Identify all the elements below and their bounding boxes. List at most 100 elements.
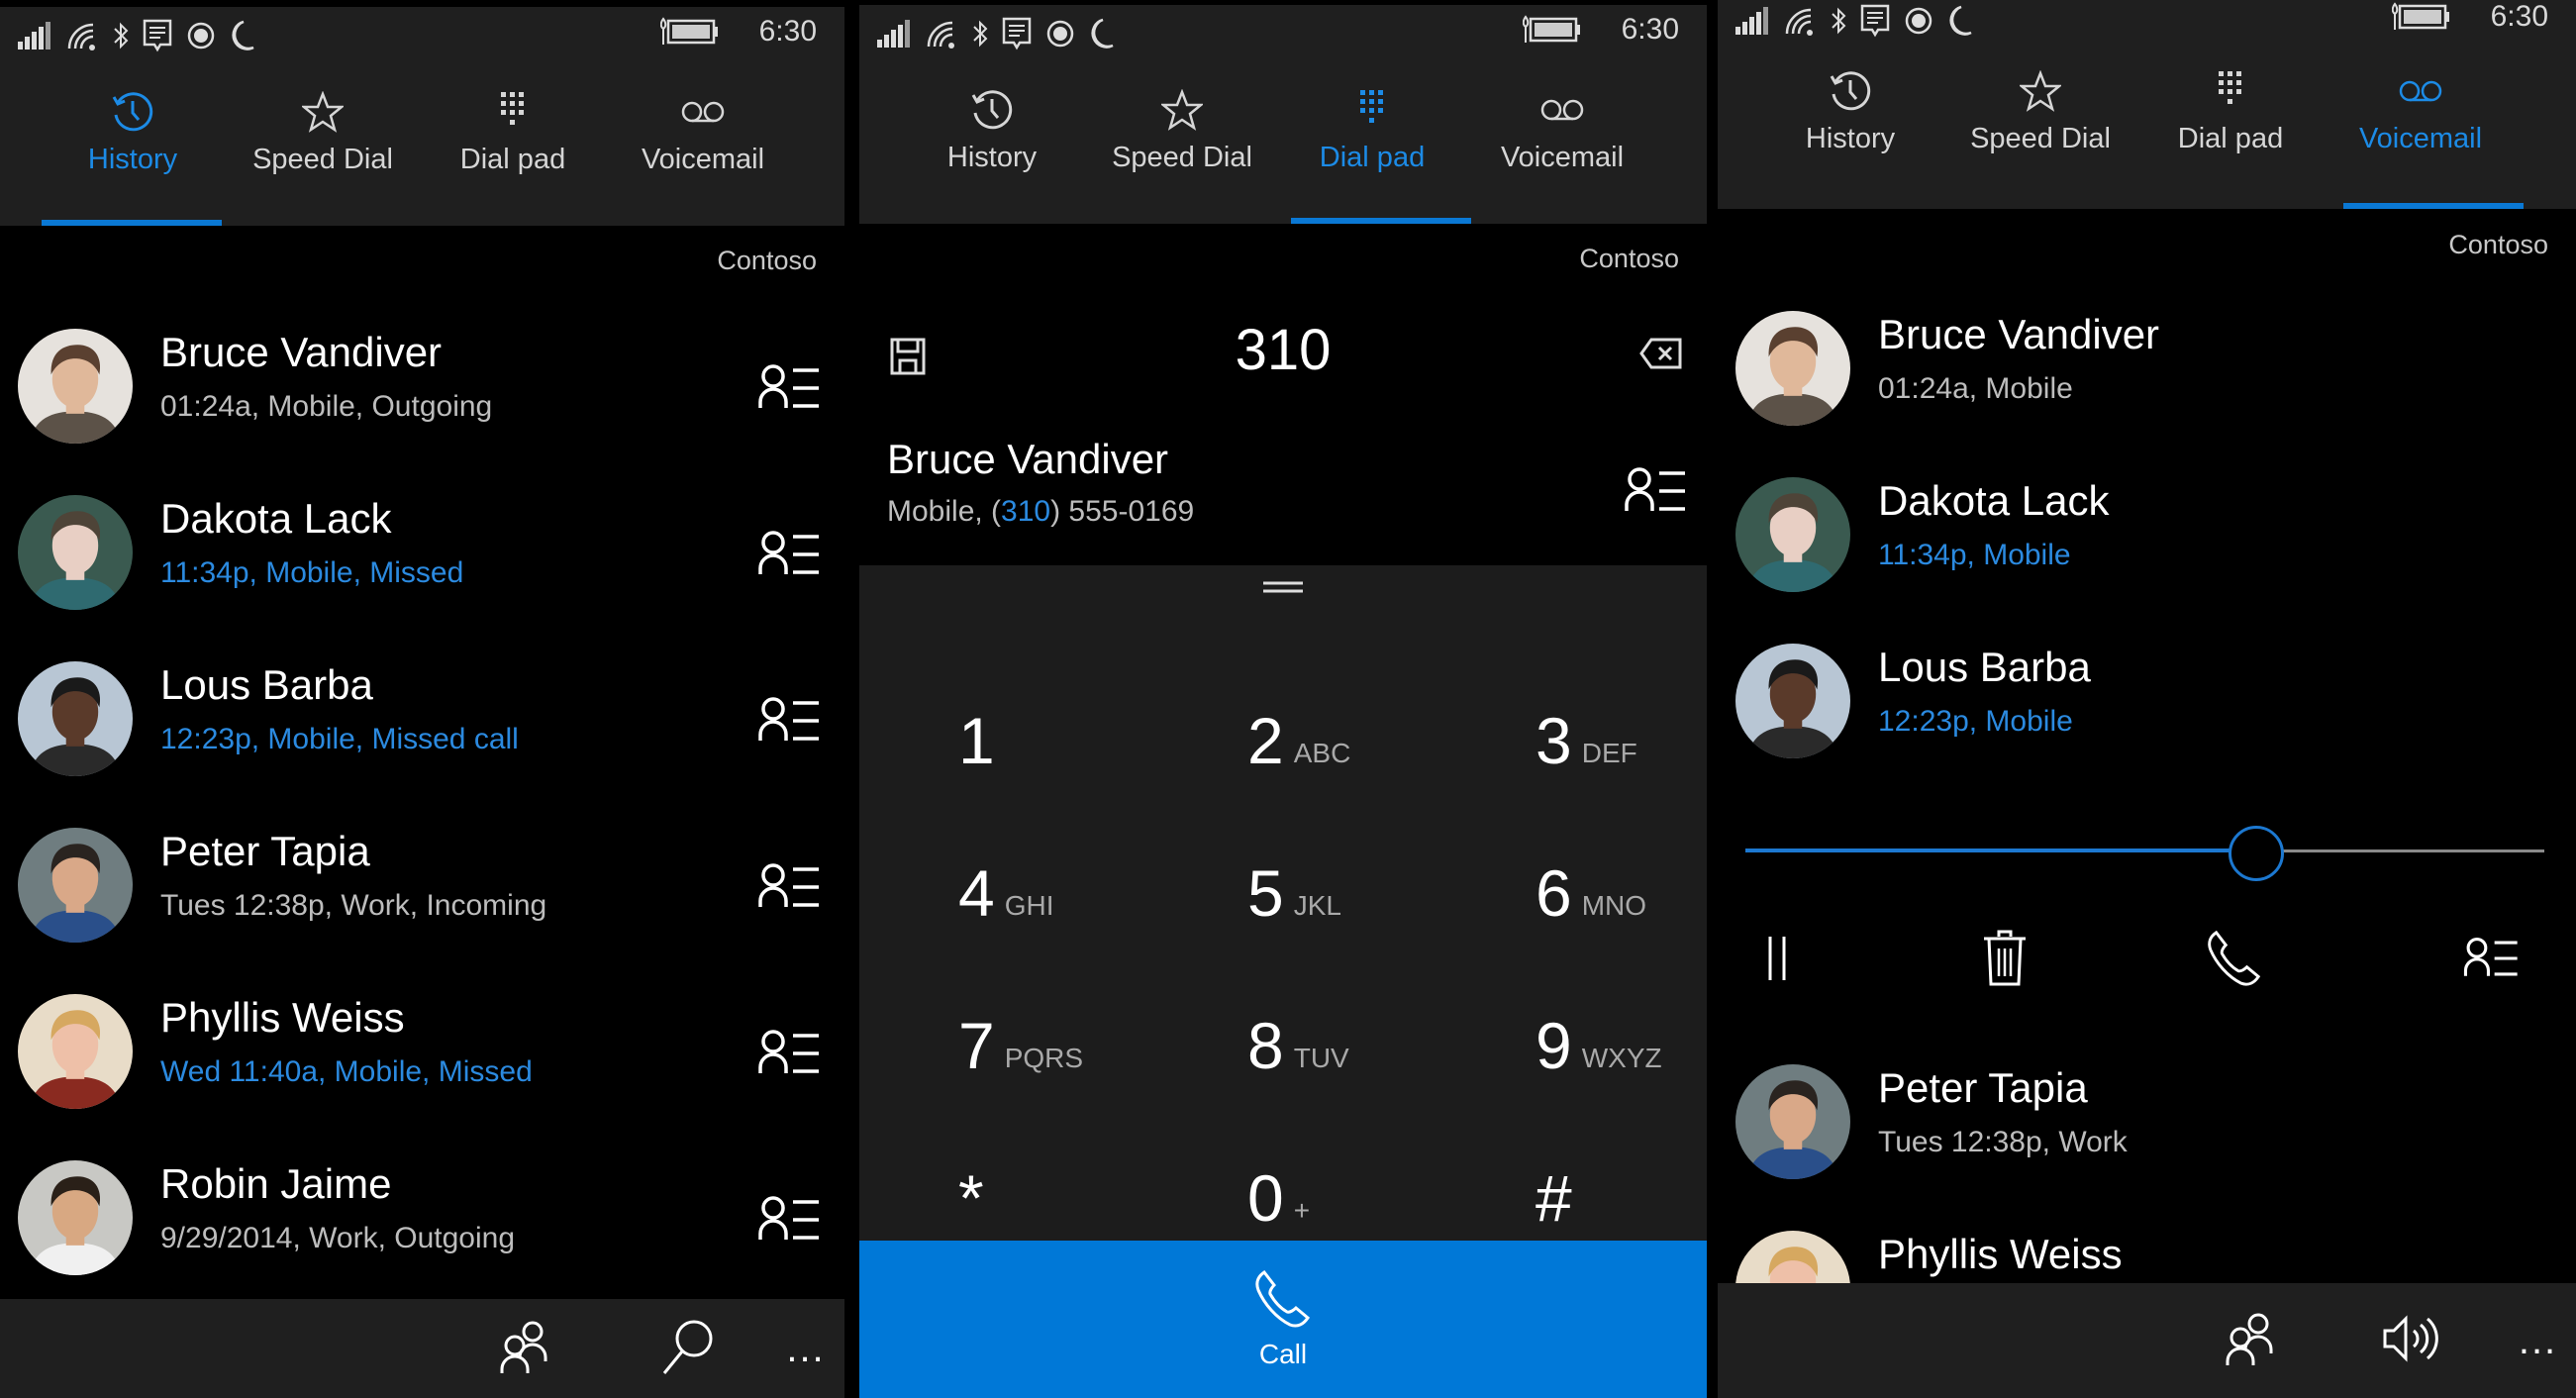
tab-history[interactable]: History [897,84,1087,193]
key-letters: MNO [1581,890,1647,921]
contact-card-button[interactable] [757,1028,823,1079]
list-item[interactable]: Lous Barba 12:23p, Mobile, Missed call [0,661,844,810]
search-button[interactable] [629,1299,747,1398]
list-item[interactable]: Peter Tapia Tues 12:38p, Work [1718,1064,2576,1213]
contact-card-button[interactable] [2452,921,2531,1000]
bluetooth-icon [972,19,988,49]
dial-key[interactable]: 7 PQRS [958,940,1216,1078]
call-button[interactable]: Call [859,1241,1707,1398]
dialpad-icon [2216,65,2245,117]
tab-voicemail[interactable]: Voicemail [2326,65,2516,174]
delete-button[interactable] [1965,921,2044,1000]
avatar [18,495,133,610]
voicemail-actions [1718,921,2576,1000]
tab-history[interactable]: History [38,86,228,195]
message-icon [1002,17,1032,50]
voicemail-icon [2398,65,2443,117]
bluetooth-icon [1831,6,1846,36]
dial-key[interactable]: 8 TUV [1247,940,1505,1078]
dial-key[interactable]: 5 JKL [1247,787,1505,926]
dialed-number[interactable]: 310 [859,317,1707,383]
tab-dial-pad[interactable]: Dial pad [1277,84,1467,193]
dial-key[interactable]: 4 GHI [958,787,1216,926]
tab-history[interactable]: History [1755,65,1945,174]
tab-speed-dial[interactable]: Speed Dial [1087,84,1277,193]
contacts-button[interactable] [2196,1283,2305,1398]
app-bar: ... [0,1299,844,1398]
tab-label: Dial pad [1319,142,1426,173]
avatar [1735,1064,1850,1179]
call-back-button[interactable] [2195,921,2274,1000]
dial-key[interactable]: # [1536,1092,1707,1231]
contact-name: Bruce Vandiver [160,329,443,375]
key-digit: 0 [1247,1161,1284,1235]
key-digit: # [1536,1161,1572,1235]
pivot-tabs: History Speed Dial Dial pad Voicemail [0,86,844,195]
more-icon: ... [2518,1319,2558,1362]
tab-dial-pad[interactable]: Dial pad [418,86,608,195]
list-item[interactable]: Lous Barba 12:23p, Mobile [1718,644,2576,792]
key-digit: * [958,1161,984,1235]
call-detail: Tues 12:38p, Work, Incoming [160,889,547,922]
active-tab-indicator [1291,218,1471,224]
more-button[interactable]: ... [2500,1283,2576,1398]
slider-thumb[interactable] [2229,826,2285,881]
playback-slider[interactable] [1745,826,2544,881]
tab-label: History [946,142,1038,173]
key-digit: 7 [958,1009,995,1082]
contact-card-button[interactable] [1624,465,1689,517]
location-icon [186,21,216,50]
more-button[interactable]: ... [767,1299,844,1398]
more-icon: ... [786,1327,826,1370]
backspace-button[interactable] [1639,337,1683,375]
speaker-button[interactable] [2357,1283,2466,1398]
list-item[interactable]: Phyllis Weiss Wed 11:40a, Mobile, Missed [0,994,844,1143]
call-detail: 12:23p, Mobile [1878,705,2073,738]
star-icon [302,86,344,138]
active-tab-indicator [2343,203,2524,209]
contacts-icon [2224,1310,2277,1372]
dial-key[interactable]: * [958,1092,1216,1231]
pause-button[interactable] [1737,921,1817,1000]
call-detail: 9/29/2014, Work, Outgoing [160,1222,516,1254]
call-detail: 01:24a, Mobile [1878,372,2073,405]
wifi-icon [925,19,958,49]
dial-key[interactable]: 2 ABC [1247,635,1505,773]
contact-card-button[interactable] [757,529,823,580]
dial-key[interactable]: 9 WXYZ [1536,940,1707,1078]
contact-card-button[interactable] [757,362,823,414]
key-digit: 2 [1247,704,1284,777]
tab-voicemail[interactable]: Voicemail [1467,84,1657,193]
contact-name: Peter Tapia [1878,1064,2088,1111]
dial-key[interactable]: 0 + [1247,1092,1505,1231]
list-item[interactable]: Robin Jaime 9/29/2014, Work, Outgoing [0,1160,844,1309]
list-item[interactable]: Bruce Vandiver 01:24a, Mobile [1718,311,2576,459]
list-item[interactable]: Bruce Vandiver 01:24a, Mobile, Outgoing [0,329,844,477]
history-screen: 6:30 History Speed Dial Dial pad Voicema… [0,0,844,1398]
location-icon [1904,6,1933,36]
tab-voicemail[interactable]: Voicemail [608,86,798,195]
list-item[interactable]: Peter Tapia Tues 12:38p, Work, Incoming [0,828,844,976]
dial-key[interactable]: 1 [958,635,1216,773]
keypad-collapse-handle[interactable] [1263,579,1303,600]
dial-key[interactable]: 3 DEF [1536,635,1707,773]
tab-speed-dial[interactable]: Speed Dial [228,86,418,195]
contact-card-button[interactable] [757,1194,823,1246]
list-item[interactable]: Dakota Lack 11:34p, Mobile, Missed [0,495,844,644]
list-item[interactable]: Dakota Lack 11:34p, Mobile [1718,477,2576,626]
wifi-icon [1783,6,1817,36]
message-icon [143,19,172,52]
matched-contact[interactable]: Bruce Vandiver Mobile, (310) 555-0169 [859,436,1707,545]
contact-card-button[interactable] [757,861,823,913]
tab-speed-dial[interactable]: Speed Dial [1945,65,2135,174]
tab-dial-pad[interactable]: Dial pad [2135,65,2326,174]
battery-icon [1522,15,1582,45]
contacts-button[interactable] [465,1299,584,1398]
dial-key[interactable]: 6 MNO [1536,787,1707,926]
contact-card-button[interactable] [757,695,823,747]
contact-name: Bruce Vandiver [887,436,1169,482]
key-digit: 9 [1536,1009,1572,1082]
number-match-highlight: 310 [1001,495,1051,528]
call-detail: Tues 12:38p, Work [1878,1126,2128,1158]
pause-icon [1762,933,1792,989]
